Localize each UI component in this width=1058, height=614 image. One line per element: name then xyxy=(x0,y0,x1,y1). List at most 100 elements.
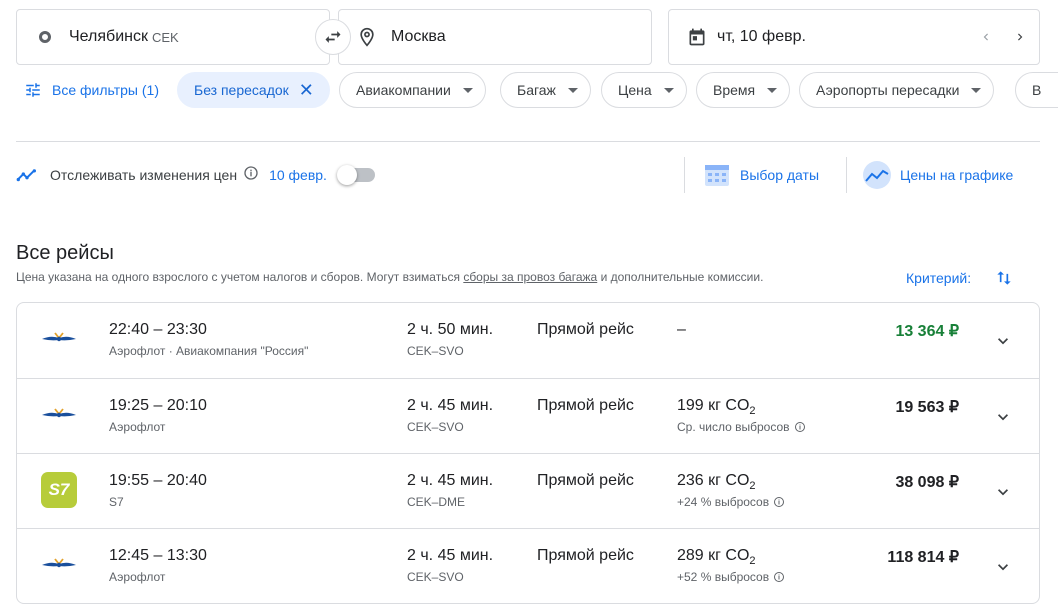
chevron-left-icon xyxy=(983,33,988,41)
chevron-right-icon xyxy=(1018,33,1023,41)
date-grid-button[interactable]: Выбор даты xyxy=(702,158,819,192)
flight-emissions: – xyxy=(677,321,686,339)
expand-button[interactable] xyxy=(987,401,1019,433)
flight-emissions-value: – xyxy=(677,321,686,338)
swap-icon xyxy=(325,31,341,43)
chip-more-label: В xyxy=(1032,82,1042,98)
next-date-button[interactable] xyxy=(1003,10,1037,64)
flight-stops: Прямой рейс xyxy=(537,547,634,564)
emissions-note-text: Ср. число выбросов xyxy=(677,420,790,434)
departure-date: чт, 10 февр. xyxy=(717,28,806,45)
emissions-note: +24 % выбросов xyxy=(677,495,785,509)
chip-time-label: Время xyxy=(713,82,756,98)
all-filters-label: Все фильтры (1) xyxy=(52,82,159,98)
toggle-knob xyxy=(336,165,357,185)
trending-icon xyxy=(16,169,36,182)
price-graph-button[interactable]: Цены на графике xyxy=(862,158,1013,192)
divider xyxy=(16,141,1040,142)
flight-emissions-value: 236 кг CO xyxy=(677,472,750,489)
flight-route: CEK–SVO xyxy=(407,344,464,358)
flight-times: 19:55 – 20:40 xyxy=(109,472,207,489)
flight-duration: 2 ч. 45 мин. xyxy=(407,397,494,414)
destination-field[interactable]: Москва xyxy=(338,9,652,65)
chip-connecting-airports[interactable]: Аэропорты пересадки xyxy=(799,72,995,108)
flight-emissions: 199 кг CO2 xyxy=(677,397,756,417)
chip-nonstop-label: Без пересадок xyxy=(194,82,289,98)
filter-chips-bar: Все фильтры (1) Без пересадок ✕ Авиакомп… xyxy=(16,72,1058,110)
divider xyxy=(846,157,847,193)
track-prices-toggle[interactable] xyxy=(336,165,375,185)
caret-down-icon xyxy=(663,87,674,93)
flight-emissions: 236 кг CO2 xyxy=(677,472,756,492)
co2-subscript: 2 xyxy=(749,555,756,568)
price-graph-icon xyxy=(862,160,892,190)
chip-price[interactable]: Цена xyxy=(601,72,687,108)
flight-price: 13 364 ₽ xyxy=(895,323,959,340)
origin-dot-icon xyxy=(35,27,55,47)
flight-row[interactable]: 22:40 – 23:30 Аэрофлот · Авиакомпания "Р… xyxy=(17,303,1039,378)
previous-date-button[interactable] xyxy=(969,10,1003,64)
date-grid-label: Выбор даты xyxy=(740,167,820,183)
all-filters-button[interactable]: Все фильтры (1) xyxy=(16,72,159,108)
chip-airlines[interactable]: Авиакомпании xyxy=(339,72,486,108)
date-grid-icon xyxy=(702,160,732,190)
chevron-down-icon xyxy=(998,564,1008,571)
s7-logo: S7 xyxy=(41,472,77,508)
sort-icon[interactable] xyxy=(992,266,1016,290)
aeroflot-logo xyxy=(41,547,77,583)
info-icon[interactable] xyxy=(243,165,259,186)
chip-more[interactable]: В xyxy=(1015,72,1058,108)
chip-baggage-label: Багаж xyxy=(517,82,556,98)
flight-emissions-value: 199 кг CO xyxy=(677,397,750,414)
flight-price: 19 563 ₽ xyxy=(895,399,959,416)
destination-city: Москва xyxy=(391,28,446,45)
flight-row[interactable]: 12:45 – 13:30 Аэрофлот 2 ч. 45 мин. CEK–… xyxy=(17,528,1039,603)
baggage-fees-link[interactable]: сборы за провоз багажа xyxy=(463,270,597,284)
info-icon[interactable] xyxy=(794,421,806,433)
expand-button[interactable] xyxy=(987,551,1019,583)
flight-duration: 2 ч. 50 мин. xyxy=(407,321,494,338)
tune-icon xyxy=(26,83,40,97)
flight-times: 22:40 – 23:30 xyxy=(109,321,207,338)
location-pin-icon xyxy=(357,27,377,47)
info-icon[interactable] xyxy=(773,496,785,508)
chip-time[interactable]: Время xyxy=(696,72,791,108)
flight-carrier: Аэрофлот xyxy=(109,570,166,584)
expand-button[interactable] xyxy=(987,476,1019,508)
flight-route: CEK–SVO xyxy=(407,570,464,584)
flight-times: 12:45 – 13:30 xyxy=(109,547,207,564)
emissions-note: Ср. число выбросов xyxy=(677,420,806,434)
expand-button[interactable] xyxy=(987,325,1019,357)
flight-duration: 2 ч. 45 мин. xyxy=(407,472,494,489)
track-prices-date: 10 февр. xyxy=(269,167,327,183)
flight-carrier: S7 xyxy=(109,495,124,509)
info-icon[interactable] xyxy=(773,571,785,583)
chip-price-label: Цена xyxy=(618,82,652,98)
emissions-note-text: +24 % выбросов xyxy=(677,495,770,509)
price-note: Цена указана на одного взрослого с учето… xyxy=(16,270,763,284)
track-prices-label: Отслеживать изменения цен xyxy=(50,167,238,183)
flight-stops: Прямой рейс xyxy=(537,397,634,414)
flight-price: 38 098 ₽ xyxy=(895,474,959,491)
chip-nonstop[interactable]: Без пересадок ✕ xyxy=(177,72,330,108)
departure-date-field[interactable]: чт, 10 февр. xyxy=(668,9,1040,65)
aeroflot-logo xyxy=(41,397,77,433)
chevron-down-icon xyxy=(998,414,1008,421)
sort-criteria-label[interactable]: Критерий: xyxy=(906,270,971,286)
divider xyxy=(684,157,685,193)
chevron-down-icon xyxy=(998,338,1008,345)
chevron-down-icon xyxy=(998,489,1008,496)
origin-field[interactable]: Челябинск CEK xyxy=(16,9,330,65)
chip-airlines-label: Авиакомпании xyxy=(356,82,451,98)
price-note-text: Цена указана на одного взрослого с учето… xyxy=(16,270,464,284)
co2-subscript: 2 xyxy=(749,405,756,418)
flight-row[interactable]: 19:25 – 20:10 Аэрофлот 2 ч. 45 мин. CEK–… xyxy=(17,378,1039,453)
swap-button[interactable] xyxy=(315,19,351,55)
flight-emissions-value: 289 кг CO xyxy=(677,547,750,564)
emissions-note-text: +52 % выбросов xyxy=(677,570,770,584)
caret-down-icon xyxy=(767,87,778,93)
chip-baggage[interactable]: Багаж xyxy=(500,72,591,108)
close-icon[interactable]: ✕ xyxy=(299,81,314,99)
caret-down-icon xyxy=(462,87,473,93)
flight-row[interactable]: S7 19:55 – 20:40 S7 2 ч. 45 мин. CEK–DME… xyxy=(17,453,1039,528)
